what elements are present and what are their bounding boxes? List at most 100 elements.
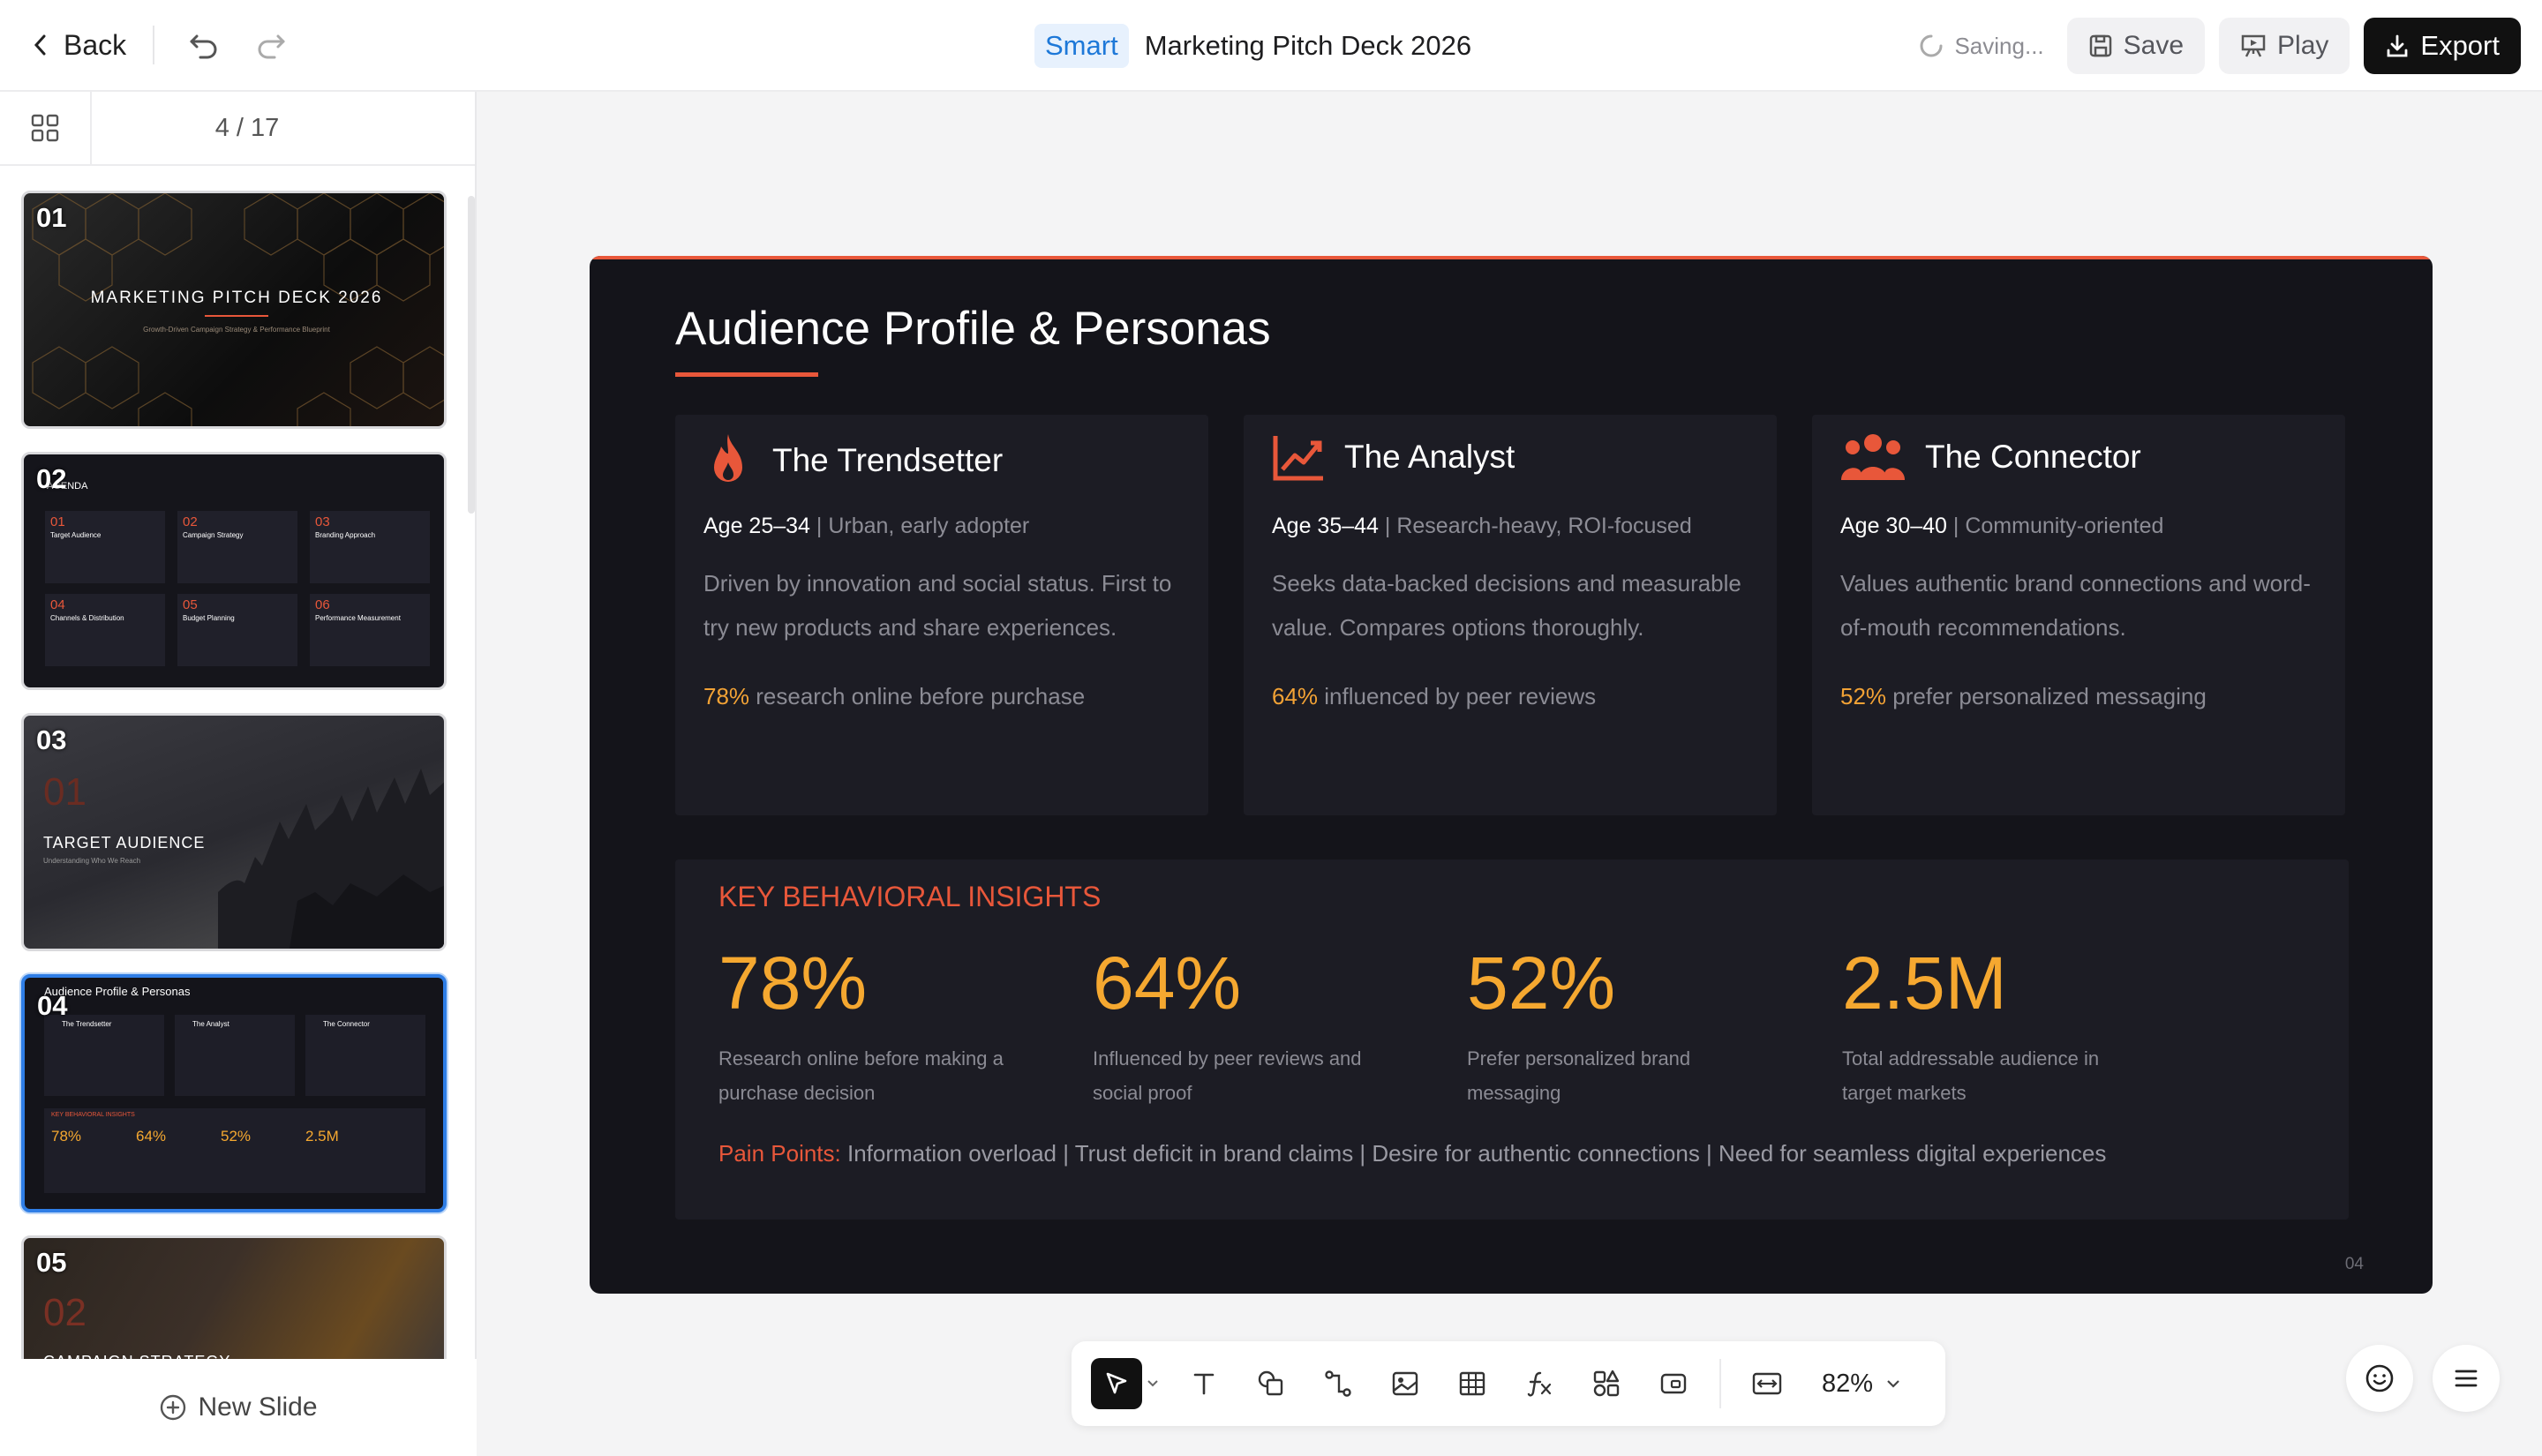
persona-demo-text: | Research-heavy, ROI-focused <box>1378 514 1692 538</box>
slide-number: 05 <box>36 1247 67 1278</box>
slide-page-number: 04 <box>2344 1255 2364 1273</box>
metric: 78% Research online before making a purc… <box>718 942 1054 1110</box>
export-button[interactable]: Export <box>2364 18 2521 74</box>
agenda-item: Branding Approach <box>315 531 376 539</box>
pain-points-text: Information overload | Trust deficit in … <box>840 1140 2107 1167</box>
formula-icon <box>1527 1371 1552 1397</box>
agenda-num: 02 <box>183 514 198 529</box>
agenda-num: 06 <box>315 597 330 612</box>
export-label: Export <box>2420 30 2500 61</box>
slide-thumbnail-04[interactable]: Audience Profile & Personas 04 The Trend… <box>21 974 447 1212</box>
elements-tool[interactable] <box>1573 1355 1640 1412</box>
flame-icon <box>714 434 742 482</box>
play-button[interactable]: Play <box>2219 18 2350 74</box>
text-tool[interactable] <box>1170 1355 1237 1412</box>
agenda-item: Budget Planning <box>183 614 235 622</box>
accent-line <box>205 315 268 317</box>
media-tool[interactable] <box>1640 1355 1707 1412</box>
document-title[interactable]: Marketing Pitch Deck 2026 <box>1145 30 1471 62</box>
persona-stat-text: prefer personalized messaging <box>1886 683 2207 709</box>
chevron-down-icon[interactable] <box>1146 1378 1160 1389</box>
persona-card-analyst[interactable]: The Analyst Age 35–44 | Research-heavy, … <box>1244 415 1777 815</box>
persona-demo-text: | Urban, early adopter <box>809 514 1030 538</box>
fit-width-tool[interactable] <box>1734 1355 1801 1412</box>
undo-button[interactable] <box>179 20 229 70</box>
metric: 52% Prefer personalized brand messaging <box>1467 942 1802 1110</box>
cursor-icon <box>1106 1372 1127 1394</box>
undo-icon <box>190 34 217 59</box>
persona-demographics: Age 30–40 | Community-oriented <box>1840 514 2163 539</box>
menu-button[interactable] <box>2433 1345 2500 1412</box>
back-button[interactable]: Back <box>32 20 153 70</box>
persona-stat-text: research online before purchase <box>749 683 1086 709</box>
persona-stat-pct: 52% <box>1840 683 1887 709</box>
slide-number: 02 <box>36 463 67 494</box>
thumb-persona: The Connector <box>323 1020 370 1028</box>
pain-points-label: Pain Points: <box>718 1140 841 1167</box>
toolbar-divider <box>1719 1359 1721 1408</box>
table-tool[interactable] <box>1439 1355 1506 1412</box>
agenda-item: Channels & Distribution <box>50 614 124 622</box>
slide-number: 03 <box>36 724 67 755</box>
persona-stat-pct: 78% <box>703 683 750 709</box>
editor-canvas[interactable]: Audience Profile & Personas The Trendset… <box>478 94 2542 1456</box>
plus-circle-icon <box>161 1394 186 1421</box>
insert-toolbar: 82% <box>1072 1341 1945 1426</box>
persona-card-trendsetter[interactable]: The Trendsetter Age 25–34 | Urban, early… <box>675 415 1208 815</box>
thumbnail-list[interactable]: 01 MARKETING PITCH DECK 2026 Growth-Driv… <box>0 187 477 1454</box>
persona-age: Age 25–34 <box>703 514 810 538</box>
formula-tool[interactable] <box>1506 1355 1573 1412</box>
zoom-control[interactable]: 82% <box>1822 1370 1901 1399</box>
persona-name: The Analyst <box>1344 439 1515 475</box>
select-tool[interactable] <box>1091 1358 1142 1409</box>
thumb-title: TARGET AUDIENCE <box>43 834 206 852</box>
shape-tool[interactable] <box>1237 1355 1305 1412</box>
persona-card-connector[interactable]: The Connector Age 30–40 | Community-orie… <box>1812 415 2345 815</box>
image-tool[interactable] <box>1372 1355 1439 1412</box>
accent-top-line <box>590 256 2433 259</box>
thumb-subtitle: Understanding Who We Reach <box>43 857 141 865</box>
media-icon <box>1660 1373 1687 1394</box>
thumb-metric: 64% <box>136 1128 167 1145</box>
redo-icon <box>258 34 285 59</box>
thumb-metric: 2.5M <box>305 1128 339 1145</box>
metric-value: 2.5M <box>1842 942 2007 1024</box>
new-slide-button[interactable]: New Slide <box>0 1359 477 1456</box>
hexagon-pattern <box>32 193 444 426</box>
persona-stat: 78% research online before purchase <box>703 683 1085 710</box>
slide-thumbnail-03[interactable]: 03 01 TARGET AUDIENCE Understanding Who … <box>21 713 447 951</box>
saving-status: Saving... <box>1919 33 2044 60</box>
save-button[interactable]: Save <box>2066 18 2206 74</box>
thumb-metric: 52% <box>221 1128 252 1145</box>
play-label: Play <box>2277 31 2329 60</box>
slide[interactable]: Audience Profile & Personas The Trendset… <box>590 256 2433 1294</box>
slide-thumbnail-02[interactable]: 02 AGENDA 01 Target Audience 02 Campaign S… <box>21 452 447 690</box>
persona-demo-text: | Community-oriented <box>1946 514 2164 538</box>
agenda-item: Campaign Strategy <box>183 531 244 539</box>
connector-tool[interactable] <box>1305 1355 1372 1412</box>
chart-line-icon <box>1273 436 1323 481</box>
smart-badge[interactable]: Smart <box>1034 24 1129 68</box>
agenda-num: 01 <box>50 514 65 529</box>
text-icon <box>1193 1373 1215 1395</box>
zoom-level: 82% <box>1822 1369 1874 1398</box>
sidebar-header: 4 / 17 <box>0 91 475 166</box>
thumb-big-number: 01 <box>43 770 86 814</box>
thumb-big-number: 02 <box>43 1291 86 1334</box>
metric: 2.5M Total addressable audience in targe… <box>1842 942 2177 1110</box>
feedback-button[interactable] <box>2346 1345 2413 1412</box>
persona-age: Age 30–40 <box>1840 514 1947 538</box>
metric-value: 52% <box>1467 942 1616 1024</box>
connector-icon <box>1325 1370 1351 1397</box>
agenda-item: Performance Measurement <box>315 614 401 622</box>
save-label: Save <box>2123 31 2185 60</box>
persona-description: Values authentic brand connections and w… <box>1840 570 2311 641</box>
slide-thumbnail-01[interactable]: 01 MARKETING PITCH DECK 2026 Growth-Driv… <box>21 191 447 429</box>
scrollbar[interactable] <box>468 196 475 514</box>
redo-button[interactable] <box>246 20 296 70</box>
thumb-insights-title: KEY BEHAVIORAL INSIGHTS <box>51 1112 135 1118</box>
insights-panel[interactable]: KEY BEHAVIORAL INSIGHTS 78% Research onl… <box>675 859 2349 1220</box>
slide-title[interactable]: Audience Profile & Personas <box>675 302 1271 356</box>
fit-width-icon <box>1752 1372 1782 1395</box>
persona-name: The Trendsetter <box>772 442 1004 478</box>
